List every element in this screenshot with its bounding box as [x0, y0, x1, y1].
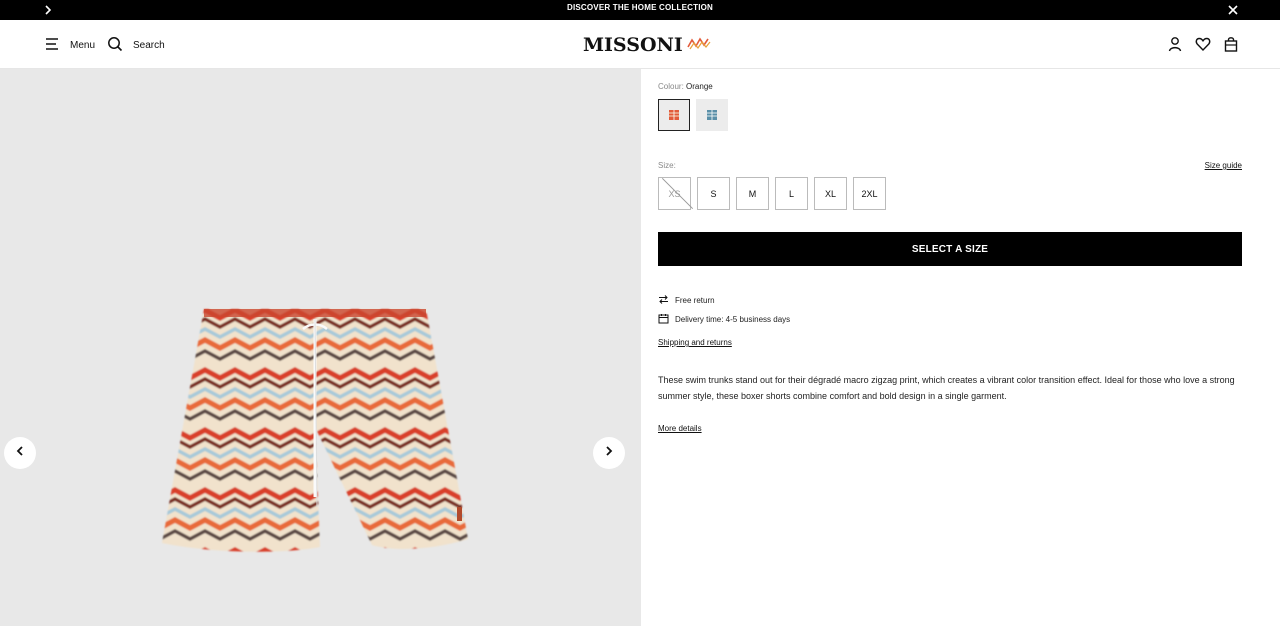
size-guide-link[interactable]: Size guide [1205, 161, 1242, 170]
swatch-blue[interactable] [696, 99, 728, 131]
colour-row: Colour: Orange [658, 82, 713, 91]
gallery-next-button[interactable] [593, 437, 625, 469]
site-header: Menu Search MISSONI [0, 20, 1280, 69]
delivery-row: Delivery time: 4-5 business days [658, 313, 790, 326]
colour-label: Colour: [658, 82, 684, 91]
menu-button[interactable]: Menu [44, 34, 95, 56]
hamburger-menu-icon [44, 37, 60, 54]
size-option-xl[interactable]: XL [814, 177, 847, 210]
search-label: Search [133, 39, 165, 51]
return-arrows-icon [658, 294, 669, 307]
wishlist-heart-icon[interactable] [1194, 34, 1212, 54]
size-option-2xl[interactable]: 2XL [853, 177, 886, 210]
promo-text[interactable]: DISCOVER THE HOME COLLECTION [0, 3, 1280, 12]
more-details-link[interactable]: More details [658, 424, 702, 433]
chevron-left-icon [14, 444, 26, 462]
size-option-xs: XS [658, 177, 691, 210]
close-icon[interactable] [1224, 1, 1242, 19]
product-details-panel: Colour: Orange Size: Size guide XS S M L… [641, 69, 1280, 626]
select-size-button[interactable]: SELECT A SIZE [658, 232, 1242, 266]
account-icon[interactable] [1166, 34, 1184, 54]
shipping-returns-link[interactable]: Shipping and returns [658, 338, 732, 347]
product-gallery[interactable] [0, 69, 641, 626]
calendar-icon [658, 313, 669, 326]
colour-value: Orange [686, 82, 713, 91]
size-label: Size: [658, 161, 676, 170]
size-option-l[interactable]: L [775, 177, 808, 210]
logo-text: MISSONI [583, 34, 683, 56]
colour-swatches [658, 99, 728, 131]
zigzag-logo-icon [687, 36, 711, 55]
shopping-bag-icon[interactable] [1222, 34, 1240, 54]
swim-trunks-image [160, 307, 470, 579]
gallery-prev-button[interactable] [4, 437, 36, 469]
delivery-text: Delivery time: 4-5 business days [675, 315, 791, 324]
menu-label: Menu [70, 39, 96, 51]
missoni-logo[interactable]: MISSONI [583, 33, 711, 57]
swatch-orange[interactable] [658, 99, 690, 131]
size-option-s[interactable]: S [697, 177, 730, 210]
size-option-m[interactable]: M [736, 177, 769, 210]
free-return-row: Free return [658, 294, 715, 307]
search-button[interactable]: Search [107, 34, 165, 56]
chevron-right-icon [603, 444, 615, 462]
product-description: These swim trunks stand out for their dé… [658, 375, 1235, 401]
size-options: XS S M L XL 2XL [658, 177, 886, 210]
search-icon [107, 36, 123, 55]
promo-bar: DISCOVER THE HOME COLLECTION [0, 0, 1280, 20]
free-return-text: Free return [675, 296, 715, 305]
